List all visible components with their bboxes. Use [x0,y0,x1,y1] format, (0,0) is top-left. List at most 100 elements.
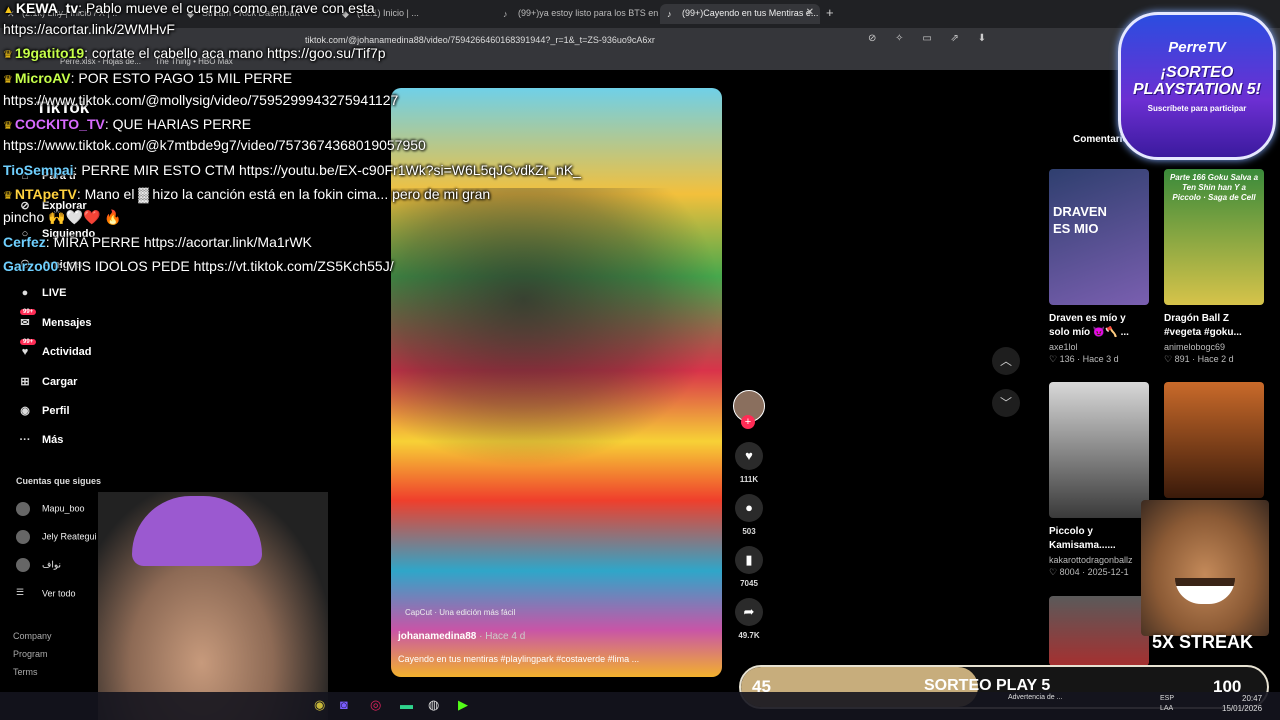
tab-4[interactable]: ♪(99+)ya estoy listo para los BTS en Pi.… [496,4,658,24]
discord-icon[interactable]: ◙ [340,697,348,712]
crown-icon: ♛ [3,74,13,86]
crown-icon: ♛ [3,120,13,132]
like-button[interactable]: ♥ 111K [733,442,765,484]
chat-message: pincho 🙌🤍❤️ 🔥 [3,209,122,225]
video-thumbnail [1164,382,1264,498]
comment-icon: ● [735,494,763,522]
chat-message: Cerfez: MIRA PERRE https://acortar.link/… [3,234,312,250]
app-icon[interactable]: ◉ [314,697,325,713]
related-video-card[interactable] [1164,382,1264,498]
perretv-logo: PerreTV [1168,39,1226,56]
perretv-giveaway-badge: PerreTV ¡SORTEO PLAYSTATION 5! Suscríbet… [1118,12,1276,160]
chat-message: ♛ NTApeTV: Mano el ▓ hizo la canción está… [3,186,491,202]
chevron-up-icon: ︿ [999,354,1012,368]
video-thumbnail [1049,382,1149,518]
following-account[interactable]: نواف [16,558,61,574]
video-frame [391,188,722,468]
upload-icon: ⊞ [20,376,30,388]
tiktok-favicon: ♪ [667,9,672,19]
app-icon[interactable]: ◎ [370,697,381,713]
previous-video-button[interactable]: ︿ [992,347,1020,375]
chat-message: https://acortar.link/2WMHvF [3,21,175,37]
live-icon: ● [21,287,29,299]
tab-active[interactable]: ♪ (99+)Cayendo en tus Mentiras e... ✕ [660,4,820,24]
footer-link[interactable]: Company [13,631,52,641]
chevron-down-icon: ﹀ [999,396,1012,410]
crown-icon: ♛ [3,49,13,61]
close-tab-icon[interactable]: ✕ [806,7,814,18]
heart-outline-icon: ♡ [1164,354,1175,364]
heart-outline-icon: ♡ [1049,567,1060,577]
related-video-card[interactable]: Piccolo y Kamisama...... kakarottodragon… [1049,382,1149,578]
following-account[interactable]: Jely Reategui [16,530,97,546]
video-thumbnail: Parte 166 Goku Salva a Ten Shin han Y a … [1164,169,1264,305]
chat-message: https://www.tiktok.com/@mollysig/video/7… [3,92,399,108]
heart-icon: ♥ [735,442,763,470]
chat-message: https://www.tiktok.com/@k7mtbde9g7/video… [3,137,426,153]
badge-icon: ▲ [3,4,14,16]
tiktok-favicon: ♪ [503,9,508,19]
streamer-webcam [98,492,328,720]
app-icon[interactable]: ▬ [400,697,413,712]
obs-icon[interactable]: ◍ [428,697,439,713]
chat-message: Garzo00: MIS IDOLOS PEDE https://vt.tikt… [3,258,394,274]
related-video-card[interactable]: Parte 166 Goku Salva a Ten Shin han Y a … [1164,169,1264,365]
share-icon: ➦ [735,598,763,626]
url-bar-icons[interactable]: ⊘ ✧ ▭ ⇗ ⬇ [868,33,994,44]
following-account[interactable]: Mapu_boo [16,502,85,518]
nav-item-mensajes[interactable]: ✉ 99+ Mensajes [16,309,92,336]
bookmark-icon: ▮ [735,546,763,574]
following-section-title: Cuentas que sigues [16,476,102,486]
footer-link[interactable]: Program [13,649,48,659]
chat-message: ♛ 19gatito19: cortate el cabello aca mano… [3,45,386,61]
nav-item-actividad[interactable]: ♥ 99+ Actividad [16,339,92,366]
notification-badge: 99+ [20,309,37,315]
more-icon: ··· [19,434,31,446]
follow-plus-icon[interactable]: + [741,415,755,429]
activity-icon: ♥ [21,346,29,358]
giveaway-title: ¡SORTEO PLAYSTATION 5! [1133,64,1261,98]
related-video-card[interactable]: DRAVEN ES MIO Draven es mío y solo mío 😈… [1049,169,1149,365]
footer-link[interactable]: Terms [13,667,38,677]
avatar [16,530,30,544]
next-video-button[interactable]: ﹀ [992,389,1020,417]
share-button[interactable]: ➦ 49.7K [733,598,765,640]
new-tab-icon[interactable]: + [826,5,834,20]
see-all-link[interactable]: ☰ Ver todo [16,587,76,603]
url-text[interactable]: tiktok.com/@johanamedina88/video/7594266… [305,35,655,45]
video-thumbnail: DRAVEN ES MIO [1049,169,1149,305]
video-author[interactable]: johanamedina88 · Hace 4 d [398,631,525,642]
crown-icon: ♛ [3,190,13,202]
meme-face-overlay [1141,500,1269,636]
bookmark-button[interactable]: ▮ 7045 [733,546,765,588]
chat-message: ▲ KEWA_tv: Pablo mueve el cuerpo como en … [3,0,375,16]
chat-message: ♛ COCKITO_TV: QUE HARIAS PERRE [3,116,252,132]
video-thumbnail [1049,596,1149,666]
messages-icon: ✉ [20,317,30,329]
related-video-card[interactable] [1049,596,1149,666]
streak-label: 5X STREAK [1152,632,1254,652]
chat-message: TioSempai: PERRE MIR ESTO CTM https://yo… [3,162,581,178]
chat-message: ♛ MicroAV: POR ESTO PAGO 15 MIL PERRE [3,70,293,86]
giveaway-subtitle: Suscríbete para participar [1147,104,1247,113]
purple-cap [132,496,262,566]
profile-icon: ◉ [20,405,30,417]
nav-item-live[interactable]: ● LIVE [16,287,67,307]
notification-badge: 99+ [20,339,37,345]
system-clock[interactable]: 20:47 15/01/2026 [1222,694,1262,714]
list-icon: ☰ [16,587,25,597]
video-caption[interactable]: Cayendo en tus mentiras #playlingpark #c… [398,654,698,664]
laughing-mouth [1175,578,1235,604]
nav-item-cargar[interactable]: ⊞ Cargar [16,375,77,395]
kick-icon[interactable]: ▶ [458,697,468,713]
capcut-label[interactable]: CapCut · Una edición más fácil [405,608,515,617]
avatar [16,502,30,516]
nav-item-mas[interactable]: ··· Más [16,434,64,454]
avatar [16,558,30,572]
nav-item-perfil[interactable]: ◉ Perfil [16,404,69,424]
comment-button[interactable]: ● 503 [733,494,765,536]
windows-taskbar [0,692,1280,720]
heart-outline-icon: ♡ [1049,354,1060,364]
system-warning[interactable]: Advertencia de ... [1008,694,1062,701]
input-language[interactable]: ESP LAA [1160,694,1174,714]
